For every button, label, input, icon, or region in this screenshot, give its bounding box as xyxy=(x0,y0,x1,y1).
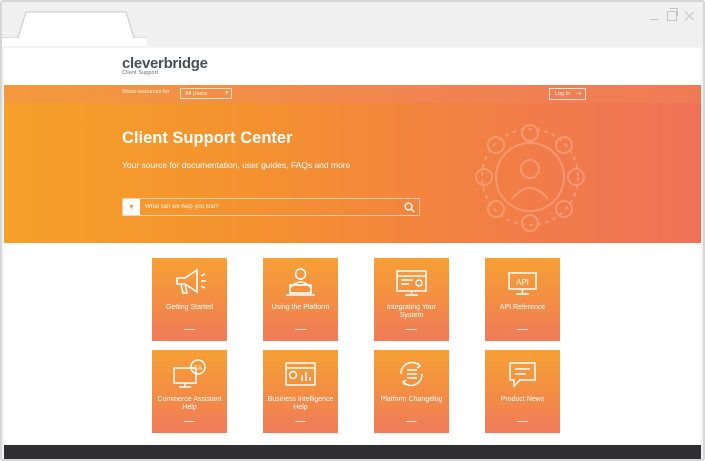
page-title: Client Support Center xyxy=(122,129,293,147)
audience-select[interactable]: All Users ▾ xyxy=(180,88,232,99)
page-viewport: cleverbridge Client Support Show resourc… xyxy=(4,48,701,459)
svg-text:API: API xyxy=(516,278,529,287)
page-subtitle: Your source for documentation, user guid… xyxy=(122,160,351,170)
tile-commerce-assistant-help[interactable]: CA Commerce Assistant Help xyxy=(152,350,227,433)
browser-chrome xyxy=(2,2,703,46)
tile-api-reference[interactable]: API API Reference xyxy=(485,258,560,341)
browser-window-icon xyxy=(396,270,427,296)
browser-frame: cleverbridge Client Support Show resourc… xyxy=(0,0,705,461)
tile-divider xyxy=(184,421,195,422)
search-bar: ▼ xyxy=(122,198,420,216)
user-laptop-icon xyxy=(286,268,315,296)
tile-divider xyxy=(406,329,417,330)
arrow-right-icon: ⇢ xyxy=(575,91,581,97)
chevron-down-icon: ▼ xyxy=(128,203,135,211)
window-controls xyxy=(649,8,695,21)
tile-divider xyxy=(517,329,528,330)
audience-filter-bar: Show resources for All Users ▾ Log In ⇢ xyxy=(4,85,701,103)
brand-logo[interactable]: cleverbridge Client Support xyxy=(122,55,208,76)
chevron-down-icon: ▾ xyxy=(225,90,228,96)
tile-divider xyxy=(406,421,417,422)
browser-tab[interactable] xyxy=(2,2,147,46)
tile-label: Getting Started xyxy=(165,304,214,311)
tile-divider xyxy=(295,329,306,330)
tile-label: Integrating Your System xyxy=(386,304,437,319)
support-network-icon xyxy=(475,124,585,232)
hero-banner: Client Support Center Your source for do… xyxy=(4,103,701,243)
footer-band xyxy=(4,445,701,459)
tile-using-the-platform[interactable]: Using the Platform xyxy=(263,258,338,341)
monitor-ca-icon: CA xyxy=(173,359,206,388)
changelog-list-icon xyxy=(400,361,423,387)
close-icon[interactable] xyxy=(685,11,695,21)
login-button-label: Log In xyxy=(555,91,571,97)
tile-getting-started[interactable]: Getting Started xyxy=(152,258,227,341)
tile-divider xyxy=(295,421,306,422)
search-input[interactable] xyxy=(145,199,395,215)
audience-select-value: All Users xyxy=(185,91,208,97)
site-header: cleverbridge Client Support xyxy=(4,48,701,85)
search-icon[interactable] xyxy=(404,202,415,213)
svg-text:CA: CA xyxy=(194,366,202,372)
tile-product-news[interactable]: Product News xyxy=(485,350,560,433)
tile-label: Commerce Assistant Help xyxy=(157,396,222,411)
tile-platform-changelog[interactable]: Platform Changelog xyxy=(374,350,449,433)
analytics-dashboard-icon xyxy=(285,362,316,386)
tile-label: Platform Changelog xyxy=(380,396,443,403)
minimize-icon[interactable] xyxy=(649,11,659,21)
tile-integrating-your-system[interactable]: Integrating Your System xyxy=(374,258,449,341)
search-filter-toggle[interactable]: ▼ xyxy=(123,199,140,215)
maximize-icon[interactable] xyxy=(667,8,678,21)
tile-label: Product News xyxy=(500,396,545,403)
tile-business-intelligence-help[interactable]: Business Intelligence Help xyxy=(263,350,338,433)
tile-divider xyxy=(517,421,528,422)
filter-label: Show resources for xyxy=(122,89,170,95)
chat-bubble-icon xyxy=(509,362,536,388)
tile-label: Business Intelligence Help xyxy=(267,396,334,411)
tile-divider xyxy=(184,329,195,330)
megaphone-icon xyxy=(176,268,206,294)
tile-label: Using the Platform xyxy=(271,304,330,311)
tile-label: API Reference xyxy=(499,304,546,311)
api-icon: API xyxy=(508,272,537,295)
login-button[interactable]: Log In ⇢ xyxy=(549,88,586,100)
